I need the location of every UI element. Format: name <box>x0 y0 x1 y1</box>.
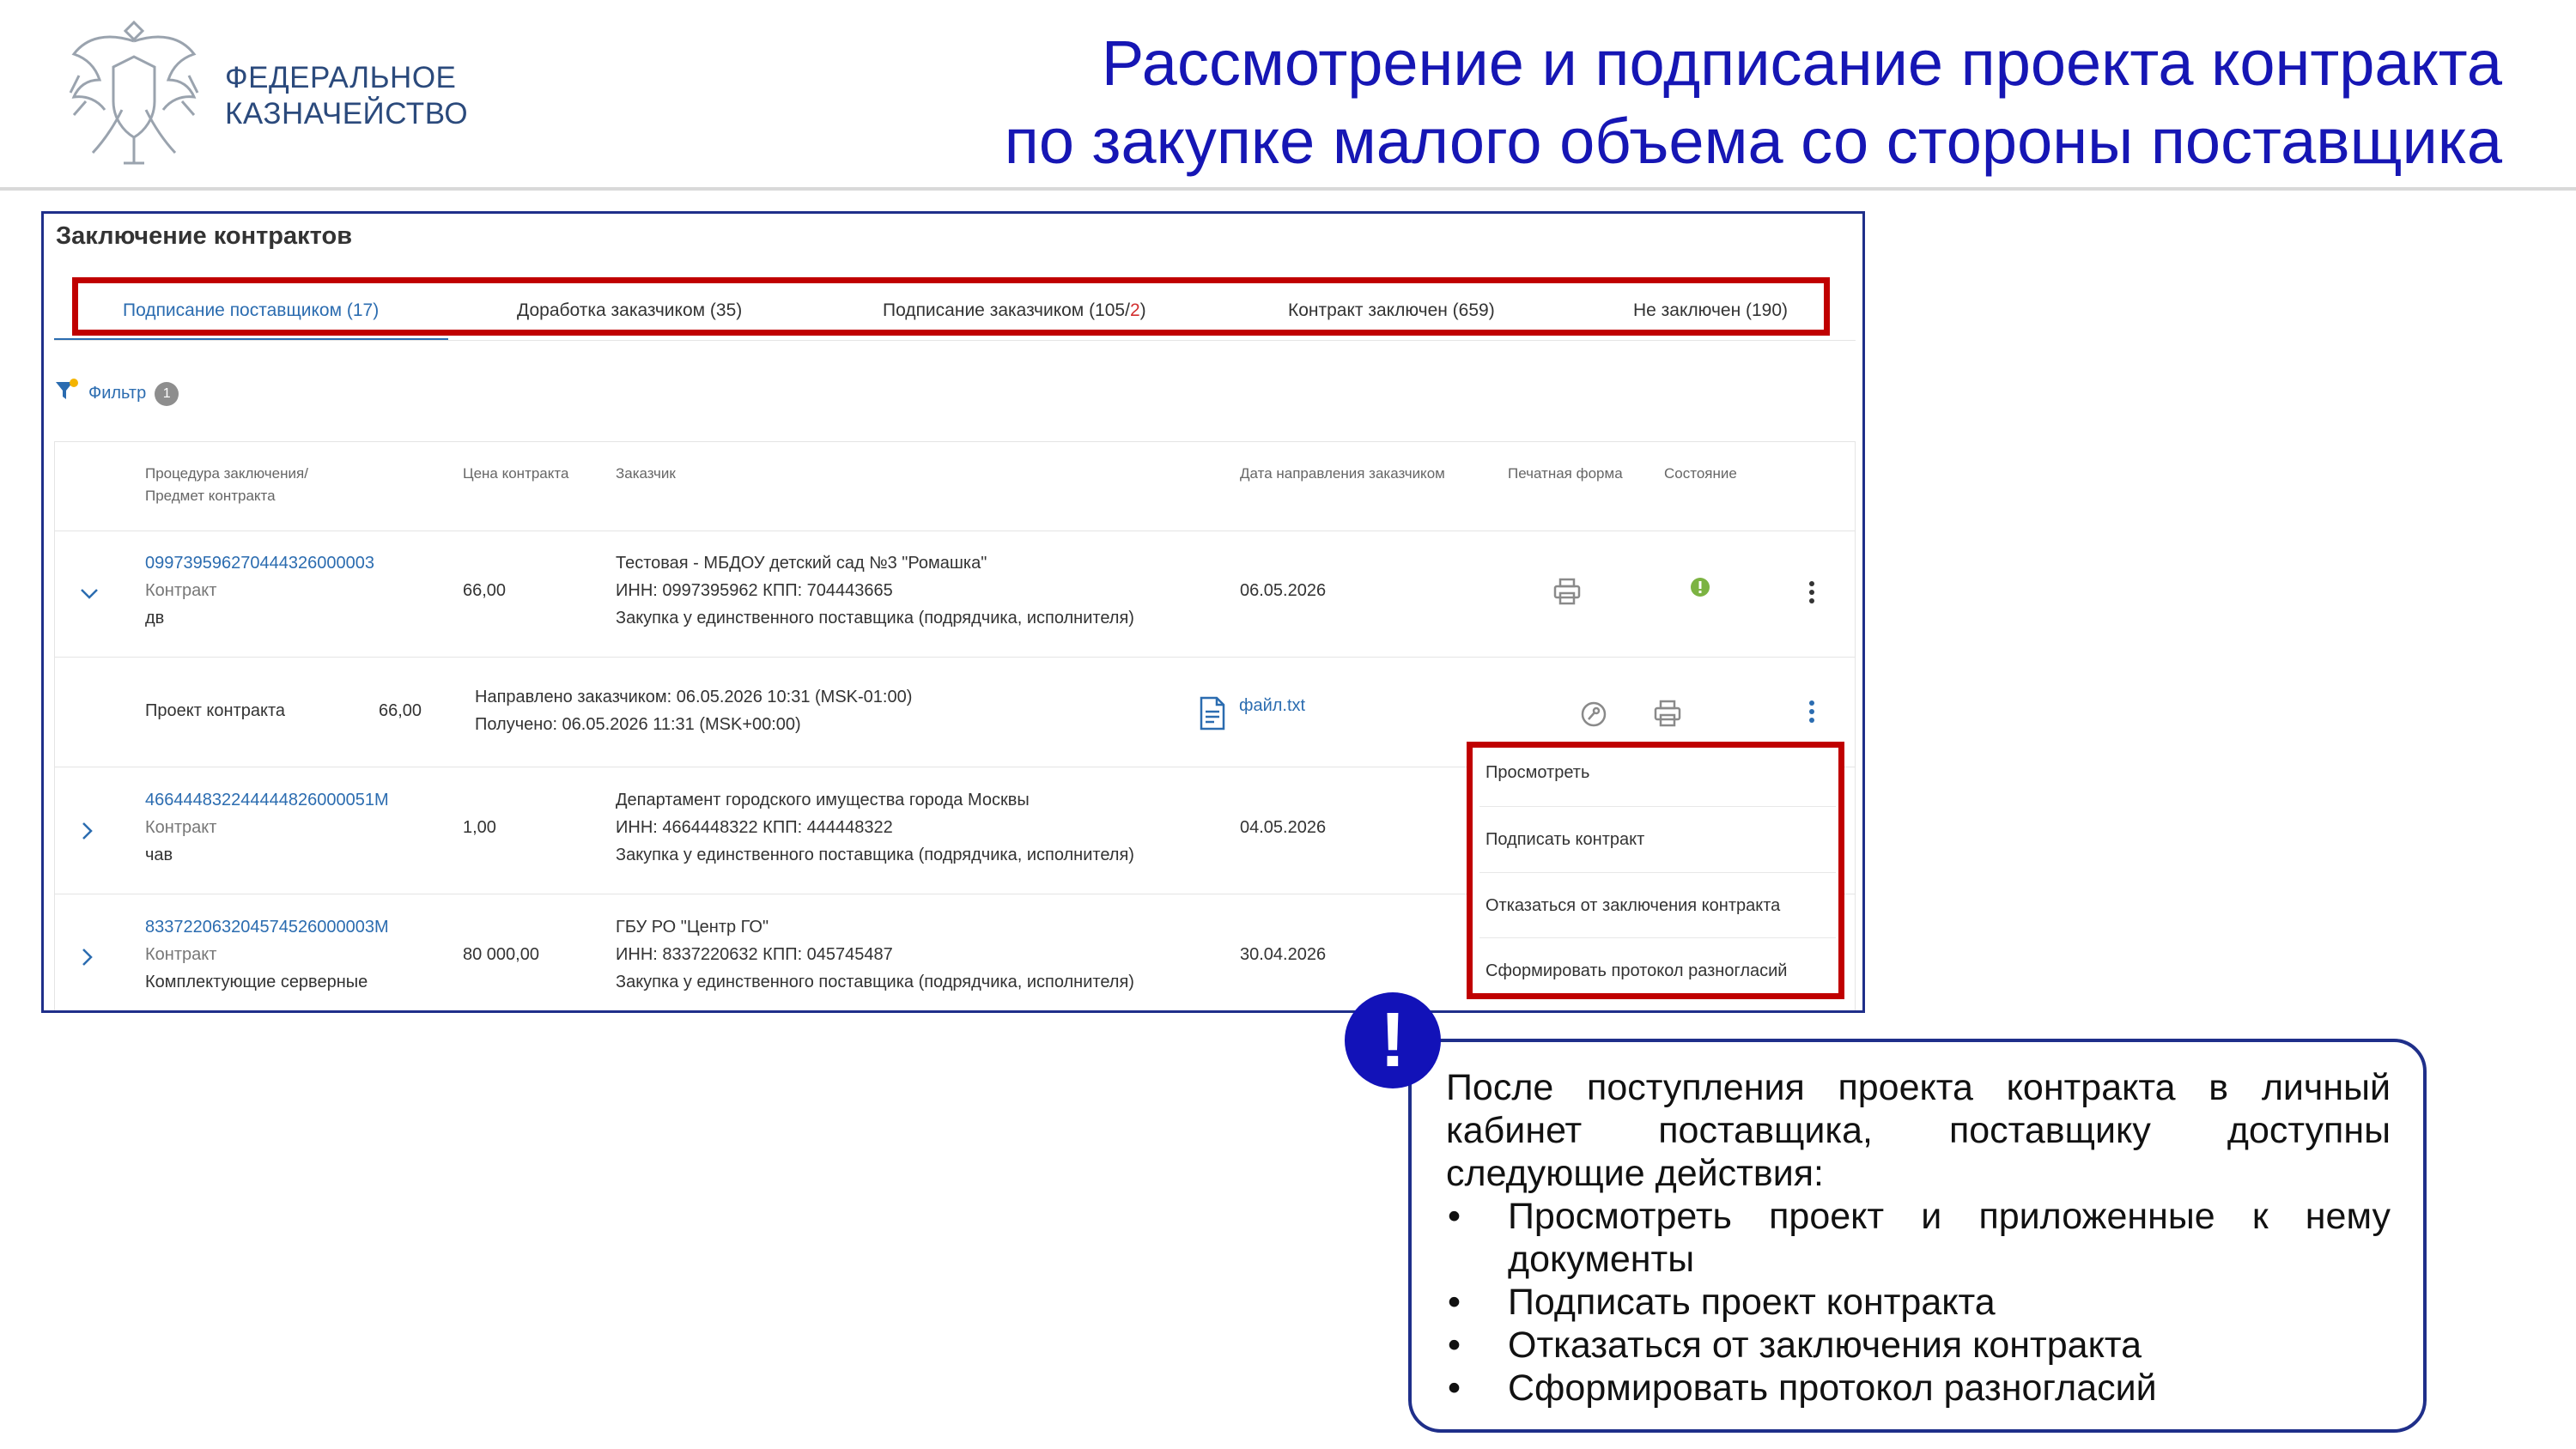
col-header-state: Состояние <box>1664 465 1737 482</box>
col-header-procedure-line2: Предмет контракта <box>145 488 276 504</box>
context-menu: Просмотреть Подписать контракт Отказатьс… <box>1467 742 1844 999</box>
row2-purchase-type: Закупка у единственного поставщика (подр… <box>616 846 1134 864</box>
status-ok-icon <box>1689 576 1711 598</box>
treasury-emblem-logo <box>62 15 206 173</box>
tabs-divider <box>54 340 1856 341</box>
callout-item: Просмотреть проект и приложенные к нему … <box>1446 1195 2391 1281</box>
slide-title-line2: по закупке малого объема со стороны пост… <box>1004 106 2502 177</box>
row3-purchase-type: Закупка у единственного поставщика (подр… <box>616 973 1134 991</box>
filter-icon <box>54 379 80 409</box>
tab-customer-signing-label: Подписание заказчиком (105/ <box>883 300 1130 320</box>
document-file-icon[interactable] <box>1197 696 1228 731</box>
row3-type: Контракт <box>145 945 217 964</box>
callout-list: Просмотреть проект и приложенные к нему … <box>1446 1195 2391 1410</box>
row1-type: Контракт <box>145 581 217 600</box>
callout-item: Сформировать протокол разногласий <box>1446 1367 2391 1410</box>
subrow-received-info: Получено: 06.05.2026 11:31 (MSK+00:00) <box>475 715 801 734</box>
col-header-sent-date: Дата направления заказчиком <box>1240 465 1445 482</box>
row3-price: 80 000,00 <box>463 945 539 964</box>
row1-subject: дв <box>145 609 165 627</box>
subrow-price: 66,00 <box>379 701 422 720</box>
row3-customer-name: ГБУ РО "Центр ГО" <box>616 918 769 937</box>
row1-price: 66,00 <box>463 581 507 600</box>
menu-item-view[interactable]: Просмотреть <box>1485 763 1589 783</box>
tab-customer-signing-red-count: 2 <box>1129 300 1140 320</box>
menu-divider <box>1479 806 1836 807</box>
callout-text: После поступления проекта контракта в ли… <box>1446 1066 2391 1410</box>
callout-item: Отказаться от заключения контракта <box>1446 1324 2391 1367</box>
row2-customer-name: Департамент городского имущества города … <box>616 791 1030 809</box>
subrow-sent-info: Направлено заказчиком: 06.05.2026 10:31 … <box>475 688 913 706</box>
row2-customer-ids: ИНН: 4664448322 КПП: 444448322 <box>616 818 893 837</box>
printer-icon[interactable] <box>1652 698 1683 729</box>
row-expand-chevron[interactable] <box>75 944 100 970</box>
tab-not-concluded[interactable]: Не заключен (190) <box>1633 300 1788 321</box>
menu-item-sign-contract[interactable]: Подписать контракт <box>1485 830 1644 850</box>
printer-icon[interactable] <box>1552 576 1583 607</box>
row1-date: 06.05.2026 <box>1240 581 1327 600</box>
col-header-print-form: Печатная форма <box>1508 465 1623 482</box>
menu-item-decline-contract[interactable]: Отказаться от заключения контракта <box>1485 896 1780 916</box>
tab-contract-concluded[interactable]: Контракт заключен (659) <box>1288 300 1495 321</box>
row-divider <box>54 530 1856 531</box>
info-callout: После поступления проекта контракта в ли… <box>1408 1039 2427 1433</box>
row3-customer-ids: ИНН: 8337220632 КПП: 045745487 <box>616 945 893 964</box>
col-header-procedure-line1: Процедура заключения/ <box>145 465 308 482</box>
callout-intro: После поступления проекта контракта в ли… <box>1446 1067 2391 1194</box>
row3-number-link[interactable]: 833722063204574526000003М <box>145 913 389 941</box>
row1-customer-ids: ИНН: 0997395962 КПП: 704443665 <box>616 581 893 600</box>
row-divider <box>54 657 1856 658</box>
slide-title-line1: Рассмотрение и подписание проекта контра… <box>1101 27 2502 99</box>
org-name-line2: КАЗНАЧЕЙСТВО <box>225 97 469 130</box>
menu-item-disagreement-protocol[interactable]: Сформировать протокол разногласий <box>1485 961 1787 981</box>
signature-key-icon[interactable] <box>1579 700 1608 729</box>
row-expand-chevron[interactable] <box>75 818 100 844</box>
subrow-label: Проект контракта <box>145 701 286 720</box>
organization-name: ФЕДЕРАЛЬНОЕ КАЗНАЧЕЙСТВО <box>225 60 468 132</box>
menu-divider <box>1479 937 1836 938</box>
row2-price: 1,00 <box>463 818 496 837</box>
row-collapse-chevron[interactable] <box>76 581 102 607</box>
tab-customer-signing-label-end: ) <box>1139 300 1146 320</box>
filter-count-badge: 1 <box>155 381 179 406</box>
row1-more-icon[interactable] <box>1807 581 1817 607</box>
row2-date: 04.05.2026 <box>1240 818 1327 837</box>
row3-subject: Комплектующие серверные <box>145 973 368 991</box>
row2-subject: чав <box>145 846 173 864</box>
panel-title: Заключение контрактов <box>56 222 353 250</box>
row1-customer-name: Тестовая - МБДОУ детский сад №3 "Ромашка… <box>616 554 987 573</box>
subrow-file-link[interactable]: файл.txt <box>1239 692 1305 719</box>
org-name-line1: ФЕДЕРАЛЬНОЕ <box>225 61 457 94</box>
col-header-procedure: Процедура заключения/ Предмет контракта <box>145 463 308 507</box>
filter-button[interactable]: Фильтр 1 <box>54 379 179 409</box>
contracts-panel: Заключение контрактов Подписание поставщ… <box>41 211 1865 1013</box>
tab-customer-signing[interactable]: Подписание заказчиком (105/2) <box>883 300 1146 321</box>
tab-customer-revision[interactable]: Доработка заказчиком (35) <box>517 300 742 321</box>
filter-label: Фильтр <box>88 384 147 403</box>
row2-type: Контракт <box>145 818 217 837</box>
tab-supplier-signing[interactable]: Подписание поставщиком (17) <box>123 300 379 321</box>
callout-item: Подписать проект контракта <box>1446 1281 2391 1324</box>
col-header-customer: Заказчик <box>616 465 676 482</box>
row1-number-link[interactable]: 099739596270444326000003 <box>145 549 374 577</box>
row2-number-link[interactable]: 466444832244444826000051М <box>145 786 389 814</box>
col-header-price: Цена контракта <box>463 465 569 482</box>
row1-purchase-type: Закупка у единственного поставщика (подр… <box>616 609 1134 627</box>
exclamation-badge-icon: ! <box>1345 992 1441 1088</box>
menu-divider <box>1479 872 1836 873</box>
subrow-more-icon[interactable] <box>1807 700 1817 726</box>
row3-date: 30.04.2026 <box>1240 945 1327 964</box>
header-divider <box>0 187 2576 191</box>
slide-title: Рассмотрение и подписание проекта контра… <box>1005 24 2502 180</box>
